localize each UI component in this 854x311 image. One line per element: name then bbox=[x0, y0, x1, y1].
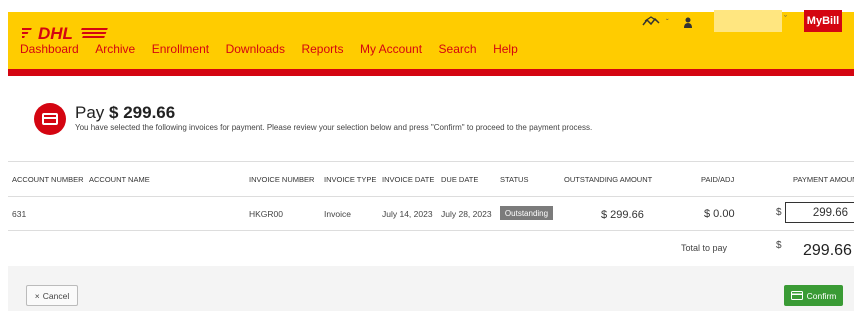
chevron-down-icon[interactable]: ˇ bbox=[666, 18, 669, 27]
table-row-divider bbox=[8, 230, 854, 231]
total-currency-symbol: $ bbox=[776, 240, 782, 251]
user-menu-chevron-icon[interactable]: ˇ bbox=[784, 14, 787, 24]
credit-card-icon bbox=[790, 291, 803, 300]
nav-enrollment[interactable]: Enrollment bbox=[152, 42, 209, 56]
confirm-button[interactable]: Confirm bbox=[784, 285, 843, 306]
main-nav: Dashboard Archive Enrollment Downloads R… bbox=[20, 42, 534, 56]
column-header-invoice-number[interactable]: INVOICE NUMBER bbox=[249, 175, 314, 184]
column-header-paid-adj[interactable]: PAID/ADJ bbox=[701, 175, 734, 184]
total-to-pay-value: 299.66 bbox=[803, 242, 852, 259]
cell-account-number: 631 bbox=[12, 209, 27, 219]
nav-my-account[interactable]: My Account bbox=[360, 42, 422, 56]
table-top-divider bbox=[8, 161, 854, 162]
cancel-button[interactable]: × Cancel bbox=[26, 285, 78, 306]
header-red-stripe bbox=[8, 69, 854, 76]
cell-due-date: July 28, 2023 bbox=[441, 209, 492, 219]
column-header-status[interactable]: STATUS bbox=[500, 175, 528, 184]
network-icon[interactable] bbox=[642, 16, 660, 28]
confirm-button-label: Confirm bbox=[806, 290, 837, 301]
column-header-account-name[interactable]: ACCOUNT NAME bbox=[89, 175, 150, 184]
column-header-payment-amount[interactable]: PAYMENT AMOUNT bbox=[793, 175, 854, 184]
column-header-outstanding-amount[interactable]: OUTSTANDING AMOUNT bbox=[564, 175, 652, 184]
table-header-divider bbox=[8, 196, 854, 197]
cell-invoice-date: July 14, 2023 bbox=[382, 209, 433, 219]
user-icon[interactable] bbox=[683, 17, 693, 28]
header-utility-icons: ˇ bbox=[642, 12, 693, 32]
pay-title-prefix: Pay bbox=[75, 103, 105, 122]
dhl-logo[interactable]: DHL bbox=[22, 22, 110, 44]
user-name-box[interactable] bbox=[714, 10, 782, 32]
pay-title-amount: $ 299.66 bbox=[109, 103, 176, 122]
column-header-invoice-type[interactable]: INVOICE TYPE bbox=[324, 175, 376, 184]
column-header-due-date[interactable]: DUE DATE bbox=[441, 175, 478, 184]
svg-text:DHL: DHL bbox=[38, 24, 73, 43]
column-header-invoice-date[interactable]: INVOICE DATE bbox=[382, 175, 434, 184]
total-to-pay-label: Total to pay bbox=[681, 243, 728, 253]
nav-reports[interactable]: Reports bbox=[301, 42, 343, 56]
nav-help[interactable]: Help bbox=[493, 42, 518, 56]
cell-outstanding-amount: $ 299.66 bbox=[601, 209, 644, 221]
close-icon: × bbox=[34, 290, 40, 301]
cell-paid-adj: $ 0.00 bbox=[704, 208, 735, 220]
nav-search[interactable]: Search bbox=[439, 42, 477, 56]
nav-downloads[interactable]: Downloads bbox=[226, 42, 285, 56]
mybill-badge[interactable]: MyBill bbox=[804, 10, 842, 32]
cell-invoice-number[interactable]: HKGR00 bbox=[249, 209, 283, 219]
payment-amount-input[interactable] bbox=[785, 202, 854, 223]
cancel-button-label: Cancel bbox=[42, 290, 70, 301]
status-badge: Outstanding bbox=[500, 206, 553, 220]
payment-currency-symbol: $ bbox=[776, 207, 782, 218]
action-footer bbox=[8, 266, 854, 311]
column-header-account-number[interactable]: ACCOUNT NUMBER bbox=[12, 175, 84, 184]
nav-dashboard[interactable]: Dashboard bbox=[20, 42, 79, 56]
credit-card-icon bbox=[34, 103, 66, 135]
pay-description: You have selected the following invoices… bbox=[75, 123, 593, 132]
page-title: Pay $ 299.66 bbox=[75, 103, 175, 123]
cell-invoice-type: Invoice bbox=[324, 209, 351, 219]
nav-archive[interactable]: Archive bbox=[95, 42, 135, 56]
